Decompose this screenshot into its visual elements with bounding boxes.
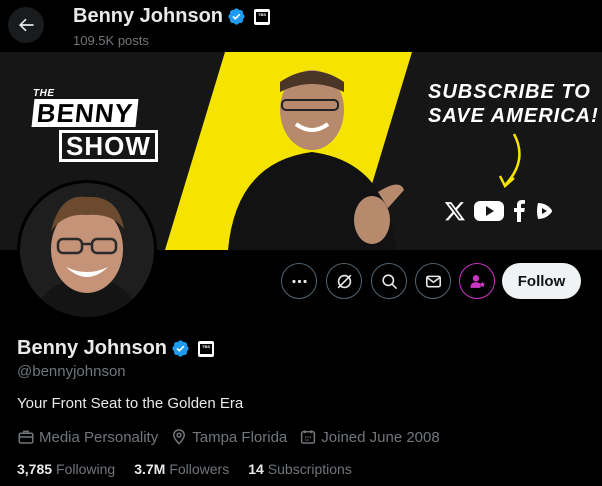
header-name: Benny Johnson	[73, 5, 224, 27]
subscriptions-count: 14	[248, 461, 264, 477]
search-button[interactable]	[371, 263, 407, 299]
profile-handle: @bennyjohnson	[17, 363, 126, 380]
youtube-icon	[474, 201, 504, 221]
following-count: 3,785	[17, 461, 53, 477]
search-icon	[381, 273, 397, 289]
arrow-left-icon	[19, 18, 34, 32]
more-icon	[291, 279, 307, 283]
logo-benny-text: BENNY	[31, 98, 139, 128]
followers-label: Followers	[169, 461, 230, 477]
affiliation-badge-icon[interactable]: TBS	[198, 340, 215, 357]
banner-cta-line1: SUBSCRIBE TO	[428, 81, 591, 103]
profile-category: Media Personality	[17, 428, 158, 446]
following-label: Following	[56, 461, 116, 477]
affiliation-badge-icon[interactable]: TBS	[254, 8, 271, 25]
banner-person-hand	[354, 196, 390, 244]
back-button[interactable]	[8, 7, 44, 43]
banner-cta: SUBSCRIBE TO SAVE AMERICA!	[428, 80, 599, 128]
followers-link[interactable]: 3.7M Followers	[134, 461, 229, 477]
verified-badge-icon[interactable]	[171, 339, 190, 358]
profile-header: Benny Johnson TBS 109.5K posts	[0, 0, 602, 52]
post-count: 109.5K posts	[73, 33, 149, 48]
header-title-row: Benny Johnson TBS	[73, 5, 271, 28]
profile-stats: 3,785 Following 3.7M Followers 14 Subscript…	[17, 461, 352, 477]
logo-show-text: SHOW	[59, 130, 158, 162]
verified-badge-icon[interactable]	[227, 7, 246, 26]
banner-cta-line2: SAVE AMERICA!	[428, 105, 599, 127]
more-button[interactable]	[281, 263, 317, 299]
benny-show-logo: THE BENNY SHOW	[31, 88, 169, 162]
subscriptions-link[interactable]: 14 Subscriptions	[248, 461, 352, 477]
following-link[interactable]: 3,785 Following	[17, 461, 115, 477]
profile-name-row: Benny Johnson TBS	[17, 337, 215, 360]
x-logo-icon	[444, 202, 465, 221]
grok-icon	[337, 274, 351, 288]
profile-bio: Your Front Seat to the Golden Era	[17, 395, 244, 412]
profile-name: Benny Johnson	[17, 337, 168, 359]
avatar-photo	[20, 183, 154, 317]
facebook-icon	[514, 200, 525, 222]
calendar-icon	[301, 430, 316, 444]
subscribe-button[interactable]	[459, 263, 495, 299]
location-pin-icon	[173, 429, 186, 445]
subscriptions-label: Subscriptions	[267, 461, 352, 477]
rumble-icon	[537, 203, 552, 219]
message-button[interactable]	[415, 263, 451, 299]
mail-icon	[425, 275, 441, 287]
grok-button[interactable]	[326, 263, 362, 299]
profile-meta: Media Personality Tampa Florida Joined J…	[17, 428, 440, 446]
briefcase-icon	[18, 430, 34, 444]
category-text: Media Personality	[39, 428, 159, 446]
followers-count: 3.7M	[134, 461, 166, 477]
profile-avatar[interactable]	[17, 180, 157, 320]
profile-joined: Joined June 2008	[299, 428, 440, 446]
profile-location: Tampa Florida	[170, 428, 287, 446]
joined-text: Joined June 2008	[321, 428, 440, 446]
banner-social-icons	[444, 200, 554, 222]
location-text: Tampa Florida	[192, 428, 288, 446]
follow-button[interactable]: Follow	[502, 263, 581, 299]
subscribe-icon	[469, 274, 485, 288]
